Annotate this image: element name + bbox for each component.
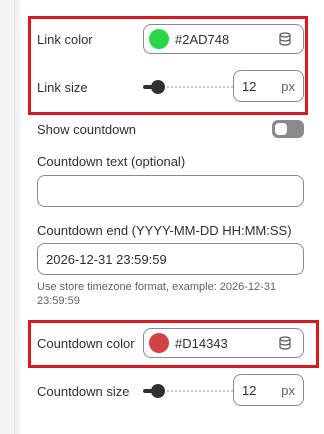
countdown-color-highlight — [28, 320, 319, 368]
toggle-knob — [275, 123, 287, 135]
countdown-size-label: Countdown size — [37, 384, 130, 399]
countdown-end-input[interactable]: 2026-12-31 23:59:59 — [37, 243, 304, 275]
countdown-end-help: Use store timezone format, example: 2026… — [37, 281, 277, 307]
scrollbar[interactable] — [0, 0, 15, 434]
show-countdown-toggle[interactable] — [272, 120, 304, 138]
link-settings-highlight — [28, 16, 308, 115]
slider-thumb[interactable] — [151, 384, 165, 398]
countdown-text-label: Countdown text (optional) — [37, 154, 186, 169]
countdown-size-input[interactable]: 12 px — [233, 374, 304, 406]
countdown-end-label: Countdown end (YYYY-MM-DD HH:MM:SS) — [37, 223, 292, 238]
countdown-text-input[interactable] — [37, 175, 304, 207]
countdown-size-value: 12 — [242, 382, 257, 398]
countdown-size-unit: px — [281, 382, 295, 398]
show-countdown-label: Show countdown — [37, 122, 137, 137]
countdown-size-slider[interactable] — [143, 380, 243, 402]
